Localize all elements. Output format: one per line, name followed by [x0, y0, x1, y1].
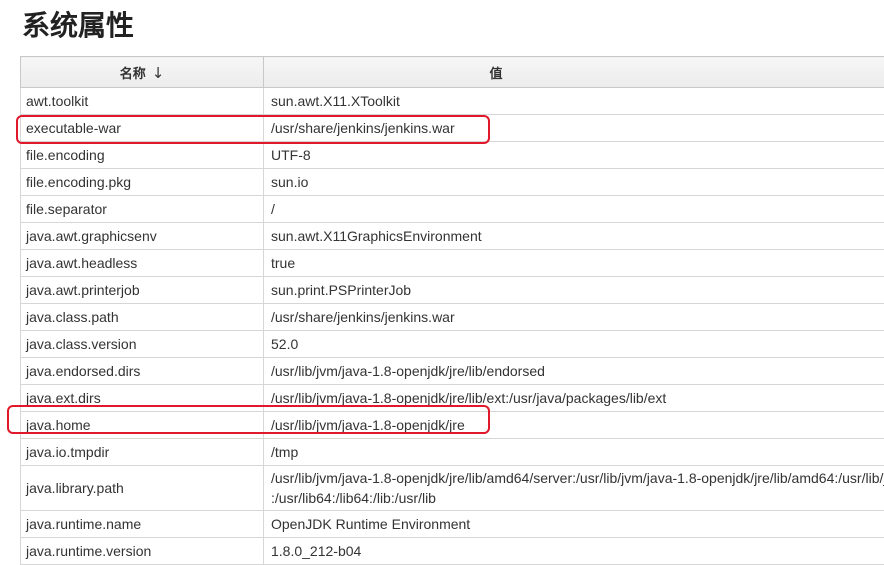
property-name: executable-war	[21, 115, 264, 142]
property-name: java.class.path	[21, 304, 264, 331]
system-properties-table: 名称 ↓ 值 awt.toolkit sun.awt.X11.XToolkit e…	[20, 56, 884, 565]
property-name: java.awt.printerjob	[21, 277, 264, 304]
column-header-value[interactable]: 值	[264, 57, 884, 88]
property-name: java.runtime.name	[21, 511, 264, 538]
property-name: java.io.tmpdir	[21, 439, 264, 466]
property-value: sun.print.PSPrinterJob	[264, 277, 884, 304]
property-name: file.encoding.pkg	[21, 169, 264, 196]
table-row: java.endorsed.dirs /usr/lib/jvm/java-1.8…	[21, 358, 884, 385]
column-header-name-label: 名称	[120, 67, 146, 82]
property-value: /usr/lib/jvm/java-1.8-openjdk/jre/lib/en…	[264, 358, 884, 385]
property-value: /usr/share/jenkins/jenkins.war	[264, 115, 884, 142]
property-value: /tmp	[264, 439, 884, 466]
table-row: awt.toolkit sun.awt.X11.XToolkit	[21, 88, 884, 115]
property-name: java.library.path	[21, 466, 264, 511]
table-row: java.awt.graphicsenv sun.awt.X11Graphics…	[21, 223, 884, 250]
table-row: java.home /usr/lib/jvm/java-1.8-openjdk/…	[21, 412, 884, 439]
system-properties-table-wrap: 名称 ↓ 值 awt.toolkit sun.awt.X11.XToolkit e…	[20, 56, 884, 565]
property-value: /usr/share/jenkins/jenkins.war	[264, 304, 884, 331]
table-row: file.encoding.pkg sun.io	[21, 169, 884, 196]
table-row: java.ext.dirs /usr/lib/jvm/java-1.8-open…	[21, 385, 884, 412]
table-row: java.class.path /usr/share/jenkins/jenki…	[21, 304, 884, 331]
property-value: true	[264, 250, 884, 277]
property-value: sun.awt.X11GraphicsEnvironment	[264, 223, 884, 250]
property-value-line: /usr/lib/jvm/java-1.8-openjdk/jre/lib/am…	[271, 468, 884, 488]
table-row: executable-war /usr/share/jenkins/jenkin…	[21, 115, 884, 142]
column-header-value-label: 值	[489, 67, 502, 82]
property-value: /	[264, 196, 884, 223]
property-name: java.awt.graphicsenv	[21, 223, 264, 250]
property-name: java.ext.dirs	[21, 385, 264, 412]
table-row: java.awt.printerjob sun.print.PSPrinterJ…	[21, 277, 884, 304]
property-value-line: :/usr/lib64:/lib64:/lib:/usr/lib	[271, 488, 884, 508]
table-row: java.awt.headless true	[21, 250, 884, 277]
property-name: java.runtime.version	[21, 538, 264, 565]
table-row: java.runtime.name OpenJDK Runtime Enviro…	[21, 511, 884, 538]
property-name: java.class.version	[21, 331, 264, 358]
property-name: file.separator	[21, 196, 264, 223]
property-value: sun.io	[264, 169, 884, 196]
property-name: java.endorsed.dirs	[21, 358, 264, 385]
sort-down-icon: ↓	[152, 64, 165, 82]
table-row: java.io.tmpdir /tmp	[21, 439, 884, 466]
page-title: 系统属性	[22, 6, 134, 46]
table-row: java.library.path /usr/lib/jvm/java-1.8-…	[21, 466, 884, 511]
property-value: 52.0	[264, 331, 884, 358]
property-name: java.awt.headless	[21, 250, 264, 277]
table-row: java.class.version 52.0	[21, 331, 884, 358]
property-value: OpenJDK Runtime Environment	[264, 511, 884, 538]
property-value-multiline: /usr/lib/jvm/java-1.8-openjdk/jre/lib/am…	[264, 466, 884, 511]
column-header-name[interactable]: 名称 ↓	[21, 57, 264, 88]
table-row: file.separator /	[21, 196, 884, 223]
property-value: /usr/lib/jvm/java-1.8-openjdk/jre/lib/ex…	[264, 385, 884, 412]
property-value: /usr/lib/jvm/java-1.8-openjdk/jre	[264, 412, 884, 439]
table-row: java.runtime.version 1.8.0_212-b04	[21, 538, 884, 565]
property-name: awt.toolkit	[21, 88, 264, 115]
property-value: 1.8.0_212-b04	[264, 538, 884, 565]
property-value: sun.awt.X11.XToolkit	[264, 88, 884, 115]
property-value: UTF-8	[264, 142, 884, 169]
table-header-row: 名称 ↓ 值	[21, 57, 884, 88]
property-name: java.home	[21, 412, 264, 439]
property-name: file.encoding	[21, 142, 264, 169]
table-row: file.encoding UTF-8	[21, 142, 884, 169]
